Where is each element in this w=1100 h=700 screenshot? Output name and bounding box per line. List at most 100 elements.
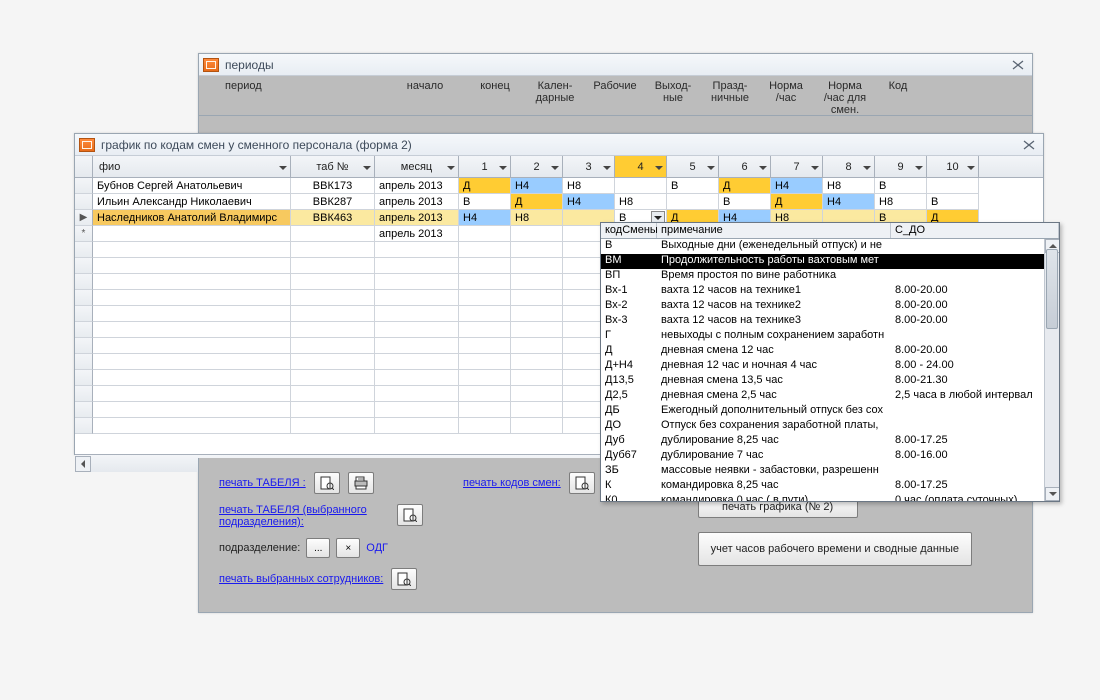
- print-selected-employees-link[interactable]: печать выбранных сотрудников:: [219, 573, 383, 585]
- col-day-10[interactable]: 10: [927, 156, 979, 177]
- chevron-down-icon[interactable]: [655, 163, 663, 171]
- chevron-down-icon[interactable]: [499, 163, 507, 171]
- chevron-down-icon[interactable]: [447, 163, 455, 171]
- col-day-6[interactable]: 6: [719, 156, 771, 177]
- cell-day[interactable]: Н4: [459, 210, 511, 226]
- cell-month[interactable]: апрель 2013: [375, 194, 459, 210]
- cell-tab[interactable]: [291, 226, 375, 242]
- cell-day[interactable]: Н4: [511, 178, 563, 194]
- cell-day[interactable]: Д: [771, 194, 823, 210]
- print-button[interactable]: [348, 472, 374, 494]
- row-handle[interactable]: ▶: [75, 210, 93, 226]
- print-tabel-unit-link[interactable]: печать ТАБЕЛЯ (выбранного подразделения)…: [219, 504, 389, 528]
- cell-day[interactable]: Н4: [771, 178, 823, 194]
- scroll-thumb[interactable]: [1046, 249, 1058, 329]
- cell-fio[interactable]: Ильин Александр Николаевич: [93, 194, 291, 210]
- row-selector-header[interactable]: [75, 156, 93, 177]
- dropdown-item[interactable]: ВМПродолжительность работы вахтовым мет: [601, 254, 1059, 269]
- unit-picker-button[interactable]: ...: [306, 538, 330, 558]
- col-day-4[interactable]: 4: [615, 156, 667, 177]
- chevron-down-icon[interactable]: [863, 163, 871, 171]
- cell-day[interactable]: [667, 194, 719, 210]
- dropdown-item[interactable]: ДБЕжегодный дополнительный отпуск без со…: [601, 404, 1059, 419]
- dropdown-scrollbar[interactable]: [1044, 239, 1059, 501]
- preview-button[interactable]: [397, 504, 423, 526]
- print-tabel-link[interactable]: печать ТАБЕЛЯ :: [219, 477, 306, 489]
- col-month[interactable]: месяц: [375, 156, 459, 177]
- cell-month[interactable]: апрель 2013: [375, 226, 459, 242]
- col-tab[interactable]: таб №: [291, 156, 375, 177]
- cell-fio[interactable]: Бубнов Сергей Анатольевич: [93, 178, 291, 194]
- cell-tab[interactable]: ВВК173: [291, 178, 375, 194]
- dropdown-item[interactable]: ДООтпуск без сохранения заработной платы…: [601, 419, 1059, 434]
- col-day-8[interactable]: 8: [823, 156, 875, 177]
- chevron-down-icon[interactable]: [551, 163, 559, 171]
- cell-day[interactable]: [615, 178, 667, 194]
- dropdown-item[interactable]: Д13,5дневная смена 13,5 час8.00-21.30: [601, 374, 1059, 389]
- hours-report-button[interactable]: учет часов рабочего времени и сводные да…: [698, 532, 972, 566]
- periods-titlebar[interactable]: периоды: [199, 54, 1032, 76]
- dropdown-item[interactable]: Ккомандировка 8,25 час8.00-17.25: [601, 479, 1059, 494]
- table-row[interactable]: Ильин Александр НиколаевичВВК287апрель 2…: [75, 194, 1043, 210]
- col-day-9[interactable]: 9: [875, 156, 927, 177]
- scroll-left-icon[interactable]: [75, 456, 91, 472]
- unit-clear-button[interactable]: ×: [336, 538, 360, 558]
- dropdown-item[interactable]: ЗБмассовые неявки - забастовки, разрешен…: [601, 464, 1059, 479]
- table-row[interactable]: Бубнов Сергей АнатольевичВВК173апрель 20…: [75, 178, 1043, 194]
- col-day-5[interactable]: 5: [667, 156, 719, 177]
- row-handle[interactable]: [75, 194, 93, 210]
- dropdown-item[interactable]: ВПВремя простоя по вине работника: [601, 269, 1059, 284]
- cell-tab[interactable]: ВВК463: [291, 210, 375, 226]
- col-day-3[interactable]: 3: [563, 156, 615, 177]
- row-handle[interactable]: *: [75, 226, 93, 242]
- dropdown-body[interactable]: ВВыходные дни (еженедельный отпуск) и не…: [601, 239, 1059, 501]
- chevron-down-icon[interactable]: [707, 163, 715, 171]
- cell-day[interactable]: Н8: [511, 210, 563, 226]
- cell-day[interactable]: Д: [511, 194, 563, 210]
- cell-day[interactable]: В: [667, 178, 719, 194]
- dropdown-item[interactable]: Вх-1вахта 12 часов на технике18.00-20.00: [601, 284, 1059, 299]
- chevron-down-icon[interactable]: [279, 163, 287, 171]
- close-icon[interactable]: [1008, 58, 1028, 72]
- cell-fio[interactable]: Наследников Анатолий Владимирс: [93, 210, 291, 226]
- col-day-1[interactable]: 1: [459, 156, 511, 177]
- dropdown-item[interactable]: Ддневная смена 12 час8.00-20.00: [601, 344, 1059, 359]
- dropdown-item[interactable]: Д+Н4дневная 12 час и ночная 4 час8.00 - …: [601, 359, 1059, 374]
- cell-month[interactable]: апрель 2013: [375, 178, 459, 194]
- chevron-down-icon[interactable]: [759, 163, 767, 171]
- col-fio[interactable]: фио: [93, 156, 291, 177]
- dropdown-item[interactable]: Вх-3вахта 12 часов на технике38.00-20.00: [601, 314, 1059, 329]
- schedule-titlebar[interactable]: график по кодам смен у сменного персонал…: [75, 134, 1043, 156]
- cell-tab[interactable]: ВВК287: [291, 194, 375, 210]
- cell-day[interactable]: [459, 226, 511, 242]
- chevron-down-icon[interactable]: [363, 163, 371, 171]
- cell-day[interactable]: Н8: [875, 194, 927, 210]
- col-day-7[interactable]: 7: [771, 156, 823, 177]
- cell-day[interactable]: Н8: [823, 178, 875, 194]
- cell-day[interactable]: В: [719, 194, 771, 210]
- cell-day[interactable]: Д: [719, 178, 771, 194]
- cell-day[interactable]: Н8: [563, 178, 615, 194]
- chevron-down-icon[interactable]: [915, 163, 923, 171]
- cell-day[interactable]: Н4: [823, 194, 875, 210]
- cell-day[interactable]: Н8: [615, 194, 667, 210]
- cell-day[interactable]: В: [927, 194, 979, 210]
- row-handle[interactable]: [75, 178, 93, 194]
- cell-day[interactable]: [511, 226, 563, 242]
- cell-day[interactable]: В: [875, 178, 927, 194]
- cell-day[interactable]: Д: [459, 178, 511, 194]
- dropdown-item[interactable]: Дубдублирование 8,25 час8.00-17.25: [601, 434, 1059, 449]
- chevron-down-icon[interactable]: [603, 163, 611, 171]
- scroll-down-icon[interactable]: [1045, 487, 1059, 501]
- dropdown-item[interactable]: Вх-2вахта 12 часов на технике28.00-20.00: [601, 299, 1059, 314]
- chevron-down-icon[interactable]: [811, 163, 819, 171]
- dropdown-item[interactable]: К0командировка 0 час ( в пути)0 час (опл…: [601, 494, 1059, 501]
- shift-code-dropdown[interactable]: кодСмены примечание С_ДО ВВыходные дни (…: [600, 222, 1060, 502]
- cell-day[interactable]: Н4: [563, 194, 615, 210]
- cell-day[interactable]: [927, 178, 979, 194]
- cell-month[interactable]: апрель 2013: [375, 210, 459, 226]
- preview-button[interactable]: [391, 568, 417, 590]
- chevron-down-icon[interactable]: [967, 163, 975, 171]
- print-codes-link[interactable]: печать кодов смен:: [463, 477, 561, 489]
- cell-fio[interactable]: [93, 226, 291, 242]
